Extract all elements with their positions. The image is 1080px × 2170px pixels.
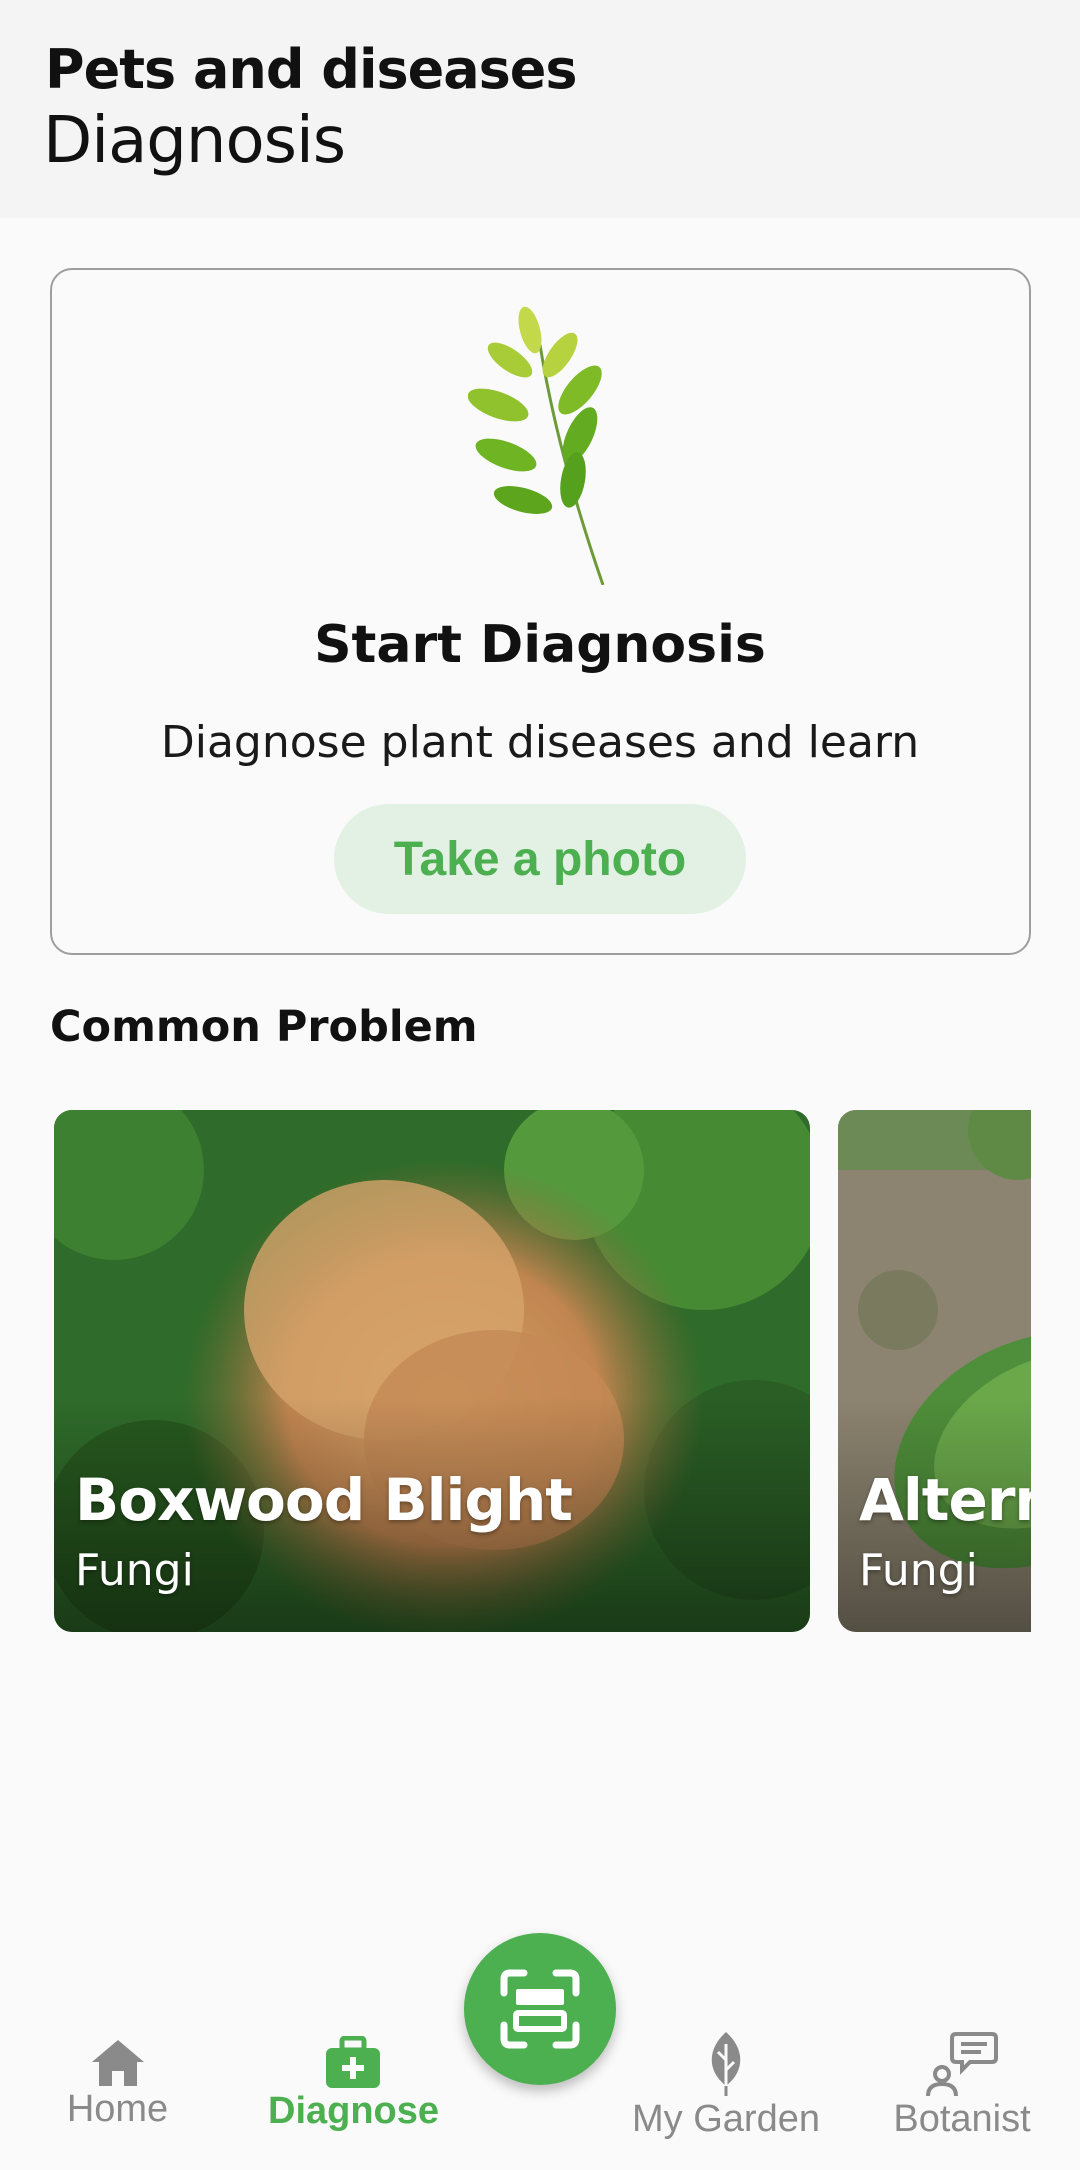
scan-button[interactable] bbox=[464, 1933, 616, 2085]
home-icon bbox=[91, 2040, 144, 2086]
page-title: Diagnosis bbox=[43, 104, 346, 178]
nav-my-garden[interactable]: My Garden bbox=[630, 2030, 822, 2141]
nav-diagnose[interactable]: Diagnose bbox=[268, 2036, 440, 2133]
common-problem-carousel[interactable]: Boxwood Blight Fungi Alterna Fungi bbox=[54, 1110, 1031, 1632]
app-header: Pets and diseases Diagnosis bbox=[0, 0, 1080, 218]
problem-card-alternaria[interactable]: Alterna Fungi bbox=[838, 1110, 1031, 1632]
start-diagnosis-title: Start Diagnosis bbox=[314, 615, 766, 675]
nav-home-label: Home bbox=[66, 2088, 169, 2130]
scan-icon bbox=[500, 1969, 580, 2049]
problem-card-category: Fungi bbox=[859, 1545, 978, 1596]
nav-home[interactable]: Home bbox=[60, 2038, 175, 2131]
problem-card-boxwood-blight[interactable]: Boxwood Blight Fungi bbox=[54, 1110, 810, 1632]
common-problem-heading: Common Problem bbox=[50, 1002, 478, 1052]
nav-diagnose-label: Diagnose bbox=[268, 2090, 440, 2132]
nav-my-garden-label: My Garden bbox=[632, 2098, 820, 2140]
leaf-branch-image bbox=[468, 306, 605, 585]
nav-botanist[interactable]: Botanist bbox=[886, 2030, 1038, 2141]
start-diagnosis-description: Diagnose plant diseases and learn bbox=[160, 717, 920, 768]
medical-kit-icon bbox=[326, 2036, 380, 2088]
leaf-icon bbox=[711, 2032, 741, 2096]
problem-card-name: Boxwood Blight bbox=[75, 1466, 573, 1534]
take-photo-button[interactable]: Take a photo bbox=[334, 804, 746, 914]
header-subtitle: Pets and diseases bbox=[45, 38, 578, 101]
chat-person-icon bbox=[926, 2032, 998, 2097]
problem-card-name: Alterna bbox=[859, 1466, 1031, 1534]
nav-botanist-label: Botanist bbox=[893, 2098, 1031, 2140]
problem-card-category: Fungi bbox=[75, 1545, 194, 1596]
